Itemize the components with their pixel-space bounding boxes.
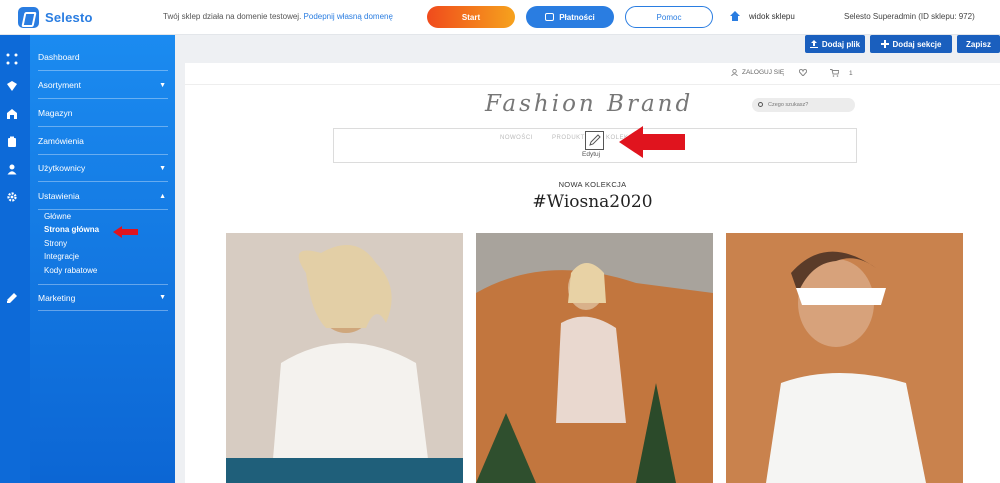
save-label: Zapisz: [966, 39, 991, 49]
annotation-arrow-icon: [113, 226, 138, 238]
sidebar-item-dashboard[interactable]: Dashboard: [38, 44, 168, 71]
plus-icon: [880, 40, 889, 48]
product-photo[interactable]: [726, 233, 963, 483]
sidebar-item-marketing[interactable]: Marketing ▼: [38, 284, 168, 311]
collection-title: #Wiosna2020: [532, 192, 653, 212]
caret-up-icon: ▲: [159, 192, 166, 200]
brand-logo[interactable]: Fashion Brand: [485, 91, 693, 117]
sidebar-item-label: Marketing: [38, 292, 76, 303]
submenu-integrations[interactable]: Integracje: [44, 252, 79, 261]
selesto-logo-icon: [18, 7, 39, 28]
sidebar-item-orders[interactable]: Zamówienia: [38, 128, 168, 155]
wishlist-link[interactable]: [799, 69, 807, 76]
main-content: Dodaj plik Dodaj sekcje Zapisz ZALOGUJ S…: [175, 35, 1000, 483]
sidebar-item-label: Magazyn: [38, 108, 73, 118]
product-image: [726, 233, 963, 483]
warehouse-icon[interactable]: [6, 108, 18, 120]
notice-text: Twój sklep działa na domenie testowej.: [163, 12, 302, 21]
login-label: ZALOGUJ SIĘ: [742, 69, 785, 76]
sidebar-item-label: Dashboard: [38, 52, 80, 62]
help-button[interactable]: Pomoc: [625, 6, 713, 28]
sidebar-item-label: Asortyment: [38, 80, 81, 90]
logo-text: Selesto: [45, 10, 93, 25]
caret-down-icon: ▼: [159, 81, 166, 89]
store-preview: ZALOGUJ SIĘ 1 Fashion Brand Czego szukas…: [185, 63, 1000, 483]
home-icon: [730, 11, 740, 21]
menu-section[interactable]: NOWOŚCI PRODUKTY KOLEKCJE Edytuj: [333, 126, 857, 163]
add-section-label: Dodaj sekcje: [892, 39, 942, 49]
orders-icon[interactable]: [6, 136, 18, 148]
store-utility-bar: ZALOGUJ SIĘ 1: [185, 63, 1000, 85]
payments-label: Płatności: [559, 12, 595, 22]
product-photo[interactable]: [476, 233, 713, 483]
save-button[interactable]: Zapisz: [957, 35, 1000, 53]
sidebar-item-settings[interactable]: Ustawienia ▲: [38, 183, 168, 210]
icon-rail: [0, 35, 30, 483]
edit-section-button[interactable]: [585, 131, 604, 150]
dashboard-icon[interactable]: [6, 53, 18, 65]
cart-icon: [830, 69, 839, 77]
pencil-icon: [589, 134, 601, 146]
search-placeholder: Czego szukasz?: [768, 102, 809, 108]
sidebar-item-warehouse[interactable]: Magazyn: [38, 100, 168, 127]
menu-link-products[interactable]: PRODUKTY: [552, 135, 589, 141]
sidebar-item-label: Użytkownicy: [38, 163, 86, 173]
submenu-discount-codes[interactable]: Kody rabatowe: [44, 266, 97, 275]
sidebar: Dashboard Asortyment ▼ Magazyn Zamówieni…: [30, 35, 175, 483]
top-bar: Selesto Twój sklep działa na domenie tes…: [0, 0, 1000, 35]
sidebar-item-label: Zamówienia: [38, 136, 84, 146]
login-link[interactable]: ZALOGUJ SIĘ: [731, 69, 784, 76]
caret-down-icon: ▼: [159, 164, 166, 172]
help-label: Pomoc: [656, 12, 682, 22]
heart-icon: [799, 69, 807, 76]
start-label: Start: [461, 12, 481, 22]
cart-count: 1: [849, 69, 853, 77]
store-search-input[interactable]: Czego szukasz?: [752, 98, 855, 112]
upload-icon: [809, 40, 818, 48]
sidebar-item-label: Ustawienia: [38, 191, 80, 201]
menu-link-new[interactable]: NOWOŚCI: [500, 135, 533, 141]
payments-button[interactable]: Płatności: [526, 6, 614, 28]
shop-view-link[interactable]: widok sklepu: [730, 11, 795, 21]
add-file-label: Dodaj plik: [821, 39, 861, 49]
sidebar-item-assortment[interactable]: Asortyment ▼: [38, 72, 168, 99]
add-section-button[interactable]: Dodaj sekcje: [870, 35, 952, 53]
product-image: [476, 233, 713, 483]
caret-down-icon: ▼: [159, 294, 166, 301]
start-button[interactable]: Start: [427, 6, 515, 28]
wallet-icon: [545, 13, 555, 21]
submenu-pages[interactable]: Strony: [44, 239, 67, 248]
assortment-icon[interactable]: [6, 80, 18, 92]
connect-domain-link[interactable]: Podepnij własną domenę: [304, 12, 393, 21]
collection-label: NOWA KOLEKCJA: [558, 180, 627, 189]
user-icon: [731, 69, 738, 76]
add-file-button[interactable]: Dodaj plik: [805, 35, 865, 53]
gear-icon[interactable]: [6, 191, 18, 203]
edit-label: Edytuj: [582, 151, 601, 158]
user-icon[interactable]: [6, 163, 18, 175]
cart-link[interactable]: 1: [830, 69, 853, 77]
annotation-arrow-icon: [619, 126, 685, 158]
sidebar-item-users[interactable]: Użytkownicy ▼: [38, 155, 168, 182]
test-domain-notice: Twój sklep działa na domenie testowej. P…: [163, 12, 393, 21]
app-logo[interactable]: Selesto: [18, 7, 93, 28]
marketing-icon[interactable]: [6, 292, 18, 304]
shop-view-label: widok sklepu: [749, 11, 795, 21]
admin-account[interactable]: Selesto Superadmin (ID sklepu: 972): [844, 12, 975, 21]
submenu-main[interactable]: Główne: [44, 212, 71, 221]
product-photo[interactable]: [226, 233, 463, 483]
product-image: [226, 233, 463, 483]
submenu-homepage[interactable]: Strona główna: [44, 225, 99, 234]
search-icon: [758, 102, 763, 107]
